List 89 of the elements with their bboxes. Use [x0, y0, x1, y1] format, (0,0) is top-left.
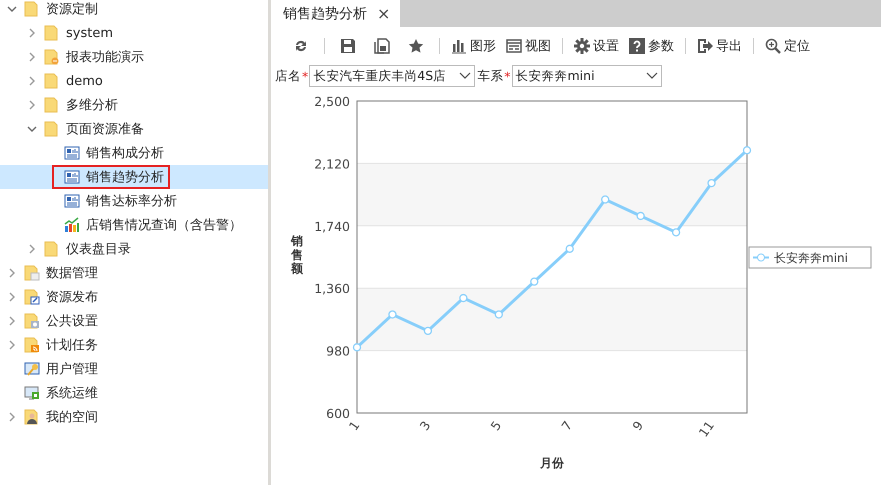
tree-item[interactable]: 计划任务 [0, 333, 268, 357]
data-point [636, 212, 645, 220]
dropdown[interactable]: 长安奔奔mini [512, 65, 662, 87]
close-button[interactable]: × [377, 4, 390, 23]
axis-label: 3 [416, 418, 434, 434]
data-point [742, 146, 752, 154]
data-point [566, 244, 574, 253]
save-icon[interactable] [340, 38, 356, 54]
legend-label: 长安奔奔mini [774, 251, 848, 265]
bar-chart-icon [451, 38, 467, 54]
folder-icon [44, 49, 60, 65]
tree-item[interactable]: 销售达标率分析 [0, 189, 268, 213]
tree-item[interactable]: 页面资源准备 [0, 117, 268, 141]
folder-icon [24, 313, 40, 329]
tree-item[interactable]: 店销售情况查询（含告警） [0, 213, 268, 237]
axis-label: 2,120 [314, 156, 350, 172]
toolbar-button[interactable]: 设置 [569, 35, 624, 57]
data-point [707, 178, 716, 188]
save-as-icon[interactable] [374, 38, 390, 54]
export-icon [697, 38, 713, 54]
data-point [388, 310, 397, 319]
field-label: 店名 [275, 68, 301, 84]
star-icon[interactable] [408, 38, 424, 54]
axis-title: 销售额 [291, 234, 303, 276]
folder-icon [24, 265, 40, 281]
field-label: 车系 [477, 68, 504, 84]
required-mark: * [504, 68, 510, 84]
data-point [530, 277, 538, 286]
toolbar-button[interactable]: 图形 [446, 35, 501, 57]
bar-chart-icon [64, 217, 80, 233]
tree-item[interactable]: 系统运维 [0, 381, 268, 405]
tree-item[interactable]: 报表功能演示 [0, 45, 268, 69]
folder-icon [24, 337, 40, 353]
chevron-down-icon [459, 72, 472, 80]
data-point [601, 195, 610, 204]
axis-label: 11 [696, 418, 717, 440]
tree-item[interactable]: 仪表盘目录 [0, 237, 268, 261]
report-icon [64, 145, 80, 161]
data-point [672, 228, 680, 237]
tree-item[interactable]: 公共设置 [0, 309, 268, 333]
tree-item[interactable]: 销售趋势分析 [0, 165, 268, 189]
folder-icon [24, 289, 40, 305]
toolbar-button[interactable]: 视图 [501, 35, 556, 57]
tree-item[interactable]: system [0, 21, 268, 45]
report-icon [64, 193, 80, 209]
axis-label: 1 [346, 418, 362, 434]
axis-title: 月份 [540, 456, 564, 470]
monitor-key-icon [24, 361, 40, 377]
tree-item[interactable]: 资源发布 [0, 285, 268, 309]
data-point [494, 310, 503, 319]
monitor-icon [24, 385, 40, 401]
search-icon [765, 38, 781, 54]
tree-item[interactable]: 资源定制 [0, 0, 268, 21]
axis-label: 1,360 [314, 281, 350, 296]
axis-label: 2,500 [314, 94, 350, 109]
axis-label: 5 [487, 418, 504, 434]
tree-item[interactable]: 用户管理 [0, 357, 268, 381]
report-icon [64, 169, 80, 185]
layout-icon [506, 38, 522, 54]
person-icon [24, 409, 40, 425]
axis-label: 600 [326, 406, 350, 421]
tree-item[interactable]: 我的空间 [0, 405, 268, 429]
tab[interactable]: 销售趋势分析 × [271, 0, 400, 27]
data-point [424, 326, 432, 336]
axis-label: 7 [558, 418, 576, 434]
refresh-icon[interactable] [293, 38, 309, 54]
axis-label: 980 [326, 344, 350, 359]
tree-item[interactable]: 多维分析 [0, 93, 268, 117]
folder-icon [24, 1, 40, 17]
tree-item[interactable]: demo [0, 69, 268, 93]
data-point [459, 294, 468, 302]
tree-item[interactable]: 销售构成分析 [0, 141, 268, 165]
tree-item[interactable]: 数据管理 [0, 261, 268, 285]
folder-icon [44, 121, 60, 137]
folder-icon [44, 97, 60, 113]
help-icon [629, 38, 645, 54]
folder-icon [44, 25, 60, 41]
axis-label: 9 [629, 418, 646, 434]
required-mark: * [302, 68, 308, 84]
toolbar-button[interactable]: 参数 [624, 35, 679, 57]
dropdown[interactable]: 长安汽车重庆丰尚4S店 [309, 65, 476, 87]
folder-icon [44, 241, 60, 257]
chevron-down-icon [646, 72, 658, 80]
toolbar-button[interactable]: 导出 [692, 35, 747, 57]
settings-icon [574, 38, 590, 54]
axis-label: 1,740 [314, 218, 350, 234]
folder-icon [44, 73, 60, 89]
legend-marker-icon [753, 254, 769, 262]
toolbar-button[interactable]: 定位 [760, 35, 815, 57]
